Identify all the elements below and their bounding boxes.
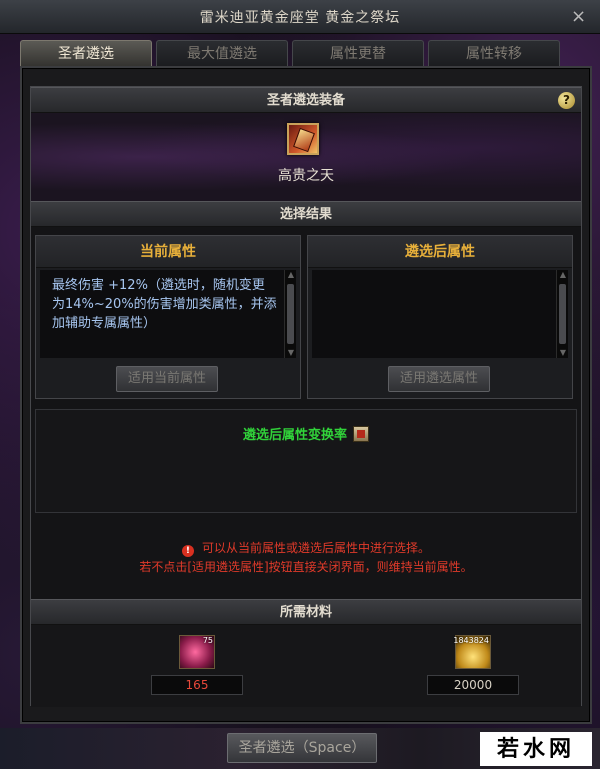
main-content: 圣者遴选装备 ? 高贵之天 选择结果 当前属性 最终伤害 +12%（遴选时，随机… [30, 86, 582, 707]
gem-required-amount: 165 [151, 675, 243, 695]
apply-current-button[interactable]: 适用当前属性 [116, 366, 218, 392]
result-section-title: 选择结果 [279, 207, 332, 222]
apply-selected-button[interactable]: 适用遴选属性 [388, 366, 490, 392]
pink-gem-icon[interactable]: 75 [179, 635, 215, 669]
after-attribute-panel: 遴选后属性 ▲ ▼ 适用遴选属性 [307, 235, 573, 399]
conversion-rate-label: 遴选后属性变换率 [242, 428, 347, 443]
close-icon[interactable]: × [568, 6, 590, 28]
materials-area: 75 165 1843824 20000 [31, 625, 581, 707]
current-attribute-line: 最终伤害 +12%（遴选时，随机变更 [52, 278, 265, 293]
current-attribute-title: 当前属性 [36, 236, 300, 268]
gold-coins-icon[interactable]: 1843824 [453, 635, 491, 669]
saint-selection-button[interactable]: 圣者遴选（Space） [227, 733, 377, 763]
materials-section-title: 所需材料 [279, 605, 332, 620]
conversion-info-icon[interactable] [353, 426, 369, 442]
tab-bar: 圣者遴选 最大值遴选 属性更替 属性转移 [20, 40, 560, 66]
gold-stack-count: 1843824 [453, 636, 489, 645]
after-attribute-scrollbar[interactable]: ▲ ▼ [556, 270, 568, 358]
equipment-name: 高贵之天 [278, 168, 334, 184]
notice-line-2: 若不点击[适用遴选属性]按钮直接关闭界面，则维持当前属性。 [139, 560, 473, 574]
window-titlebar[interactable]: 雷米迪亚黄金座堂 黄金之祭坛 × [0, 0, 600, 34]
materials-section-header: 所需材料 [31, 599, 581, 625]
main-frame: 圣者遴选装备 ? 高贵之天 选择结果 当前属性 最终伤害 +12%（遴选时，随机… [20, 66, 592, 724]
scroll-down-icon[interactable]: ▼ [285, 348, 297, 358]
equipment-icon[interactable] [287, 123, 319, 155]
current-attribute-panel: 当前属性 最终伤害 +12%（遴选时，随机变更 为14%~20%的伤害增加类属性… [35, 235, 301, 399]
scroll-up-icon[interactable]: ▲ [557, 270, 569, 280]
tab-attribute-transfer[interactable]: 属性转移 [428, 40, 560, 66]
current-attribute-text: 最终伤害 +12%（遴选时，随机变更 为14%~20%的伤害增加类属性，并添 加… [40, 270, 284, 333]
after-attribute-box [312, 270, 556, 358]
current-attribute-scrollbar[interactable]: ▲ ▼ [284, 270, 296, 358]
current-attribute-box: 最终伤害 +12%（遴选时，随机变更 为14%~20%的伤害增加类属性，并添 加… [40, 270, 284, 358]
tab-max-selection[interactable]: 最大值遴选 [156, 40, 288, 66]
selection-notice: ! 可以从当前属性或遴选后属性中进行选择。 若不点击[适用遴选属性]按钮直接关闭界… [31, 539, 581, 577]
watermark-logo: 若水网 [480, 732, 592, 766]
conversion-rate-title: 遴选后属性变换率 [36, 424, 576, 443]
equipment-slot-area: 高贵之天 [31, 113, 581, 201]
scroll-up-icon[interactable]: ▲ [285, 270, 297, 280]
gem-stack-count: 75 [202, 636, 213, 645]
equipment-section-header: 圣者遴选装备 ? [31, 87, 581, 113]
equipment-section-title: 圣者遴选装备 [266, 93, 345, 108]
window-title: 雷米迪亚黄金座堂 黄金之祭坛 [199, 9, 401, 26]
help-icon[interactable]: ? [558, 92, 575, 109]
result-section-header: 选择结果 [31, 201, 581, 227]
tab-attribute-replace[interactable]: 属性更替 [292, 40, 424, 66]
current-attribute-line: 为14%~20%的伤害增加类属性，并添 [52, 297, 277, 312]
notice-line-1: 可以从当前属性或遴选后属性中进行选择。 [201, 541, 430, 555]
after-attribute-title: 遴选后属性 [308, 236, 572, 268]
conversion-rate-area: 遴选后属性变换率 [35, 409, 577, 513]
tab-saint-selection[interactable]: 圣者遴选 [20, 40, 152, 66]
gold-required-amount: 20000 [427, 675, 519, 695]
current-attribute-line: 加辅助专属属性） [52, 316, 157, 331]
warning-icon: ! [181, 545, 194, 557]
scroll-thumb[interactable] [559, 284, 566, 344]
scroll-thumb[interactable] [287, 284, 294, 344]
scroll-down-icon[interactable]: ▼ [557, 348, 569, 358]
